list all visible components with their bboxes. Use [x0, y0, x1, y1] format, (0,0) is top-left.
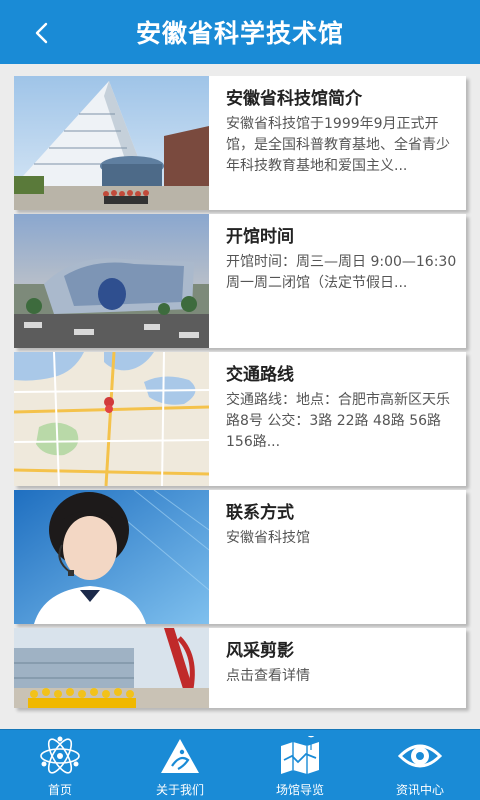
card-description: 安徽省科技馆于1999年9月正式开馆，是全国科普教育基地、全省青少年科技教育基地…: [226, 116, 450, 174]
group-photo-image: [14, 628, 209, 708]
tab-label: 资讯中心: [395, 783, 444, 797]
bottom-tab-bar: 首页 关于我们 场馆导览 资讯中心: [0, 729, 480, 800]
content-list[interactable]: 安徽省科技馆简介 安徽省科技馆于1999年9月正式开馆，是全国科普教育基地、全省…: [0, 64, 480, 729]
card-intro[interactable]: 安徽省科技馆简介 安徽省科技馆于1999年9月正式开馆，是全国科普教育基地、全省…: [14, 76, 466, 210]
card-title: 安徽省科技馆简介: [226, 89, 362, 109]
card-title: 风采剪影: [226, 641, 294, 661]
card-description: 点击查看详情: [226, 668, 310, 684]
customer-service-image: [14, 490, 209, 624]
tab-venue-guide[interactable]: 场馆导览: [240, 730, 360, 800]
tab-label: 场馆导览: [275, 783, 324, 797]
card-description: 交通路线：地点：合肥市高新区天乐路8号 公交：3路 22路 48路 56路 15…: [226, 392, 450, 450]
tab-home[interactable]: 首页: [0, 730, 120, 800]
triangle-logo-icon: [161, 739, 199, 773]
card-title: 交通路线: [226, 365, 294, 385]
top-app-bar: 安徽省科学技术馆: [0, 0, 480, 64]
card-transport[interactable]: 交通路线 交通路线：地点：合肥市高新区天乐路8号 公交：3路 22路 48路 5…: [14, 352, 466, 486]
tab-label: 关于我们: [155, 783, 204, 797]
map-image: [14, 352, 209, 486]
tab-news-center[interactable]: 资讯中心: [360, 730, 480, 800]
atom-icon: [40, 736, 80, 774]
card-description: 开馆时间：周三—周日 9:00—16:30 周一周二闭馆（法定节假日...: [226, 254, 457, 291]
card-gallery[interactable]: 风采剪影 点击查看详情: [14, 628, 466, 708]
card-title: 开馆时间: [226, 227, 294, 247]
card-opening-hours[interactable]: 开馆时间 开馆时间：周三—周日 9:00—16:30 周一周二闭馆（法定节假日.…: [14, 214, 466, 348]
eye-icon: [398, 744, 442, 768]
card-title: 联系方式: [226, 503, 294, 523]
card-description: 安徽省科技馆: [226, 530, 310, 546]
card-contact[interactable]: 联系方式 安徽省科技馆: [14, 490, 466, 624]
museum-building-image: [14, 76, 209, 210]
page-title: 安徽省科学技术馆: [135, 19, 344, 48]
tab-label: 首页: [47, 783, 72, 797]
map-icon: [281, 736, 319, 774]
tab-about-us[interactable]: 关于我们: [120, 730, 240, 800]
museum-rendering-image: [14, 214, 209, 348]
